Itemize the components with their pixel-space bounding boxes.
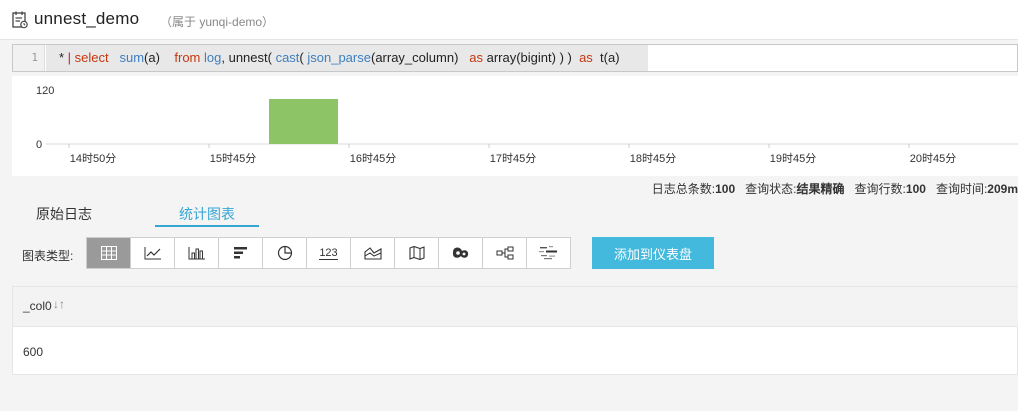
column-chart-icon [188,247,205,260]
chart-type-column-button[interactable] [174,237,219,269]
chart-type-flow-button[interactable] [482,237,527,269]
total-logs-label: 日志总条数: [651,182,716,196]
heat-map-icon [452,247,468,258]
query-token [160,50,174,65]
query-token: , unnest( [221,50,276,65]
query-time-value: 209m [987,182,1018,196]
logstore-icon [12,11,28,29]
number-icon: 123 [319,246,338,260]
x-tick-label: 20时45分 [910,152,956,165]
add-to-dashboard-button[interactable]: 添加到仪表盘 [592,237,714,269]
query-rows-label: 查询行数: [854,182,906,196]
y-tick-label: 0 [36,139,42,151]
chart-type-map-button[interactable] [394,237,439,269]
column-header-col0: _col0 [23,299,52,313]
query-time-label: 查询时间: [935,182,988,196]
query-token: as [579,50,593,65]
area-chart-icon [363,247,382,260]
x-tick-label: 15时45分 [210,152,256,165]
chart-type-number-button[interactable]: 123 [306,237,351,269]
x-tick-label: 18时45分 [630,152,676,165]
query-token: (a) [144,50,160,65]
chart-type-pie-button[interactable] [262,237,307,269]
query-token: array(bigint) ) ) [482,50,580,65]
editor-gutter: 1 [13,45,45,71]
map-icon [408,246,425,260]
query-token: sum [119,50,145,65]
query-token: cast [275,50,300,65]
page-title: unnest_demo [34,9,140,28]
active-tab-indicator [155,225,259,227]
histogram-bar[interactable] [269,99,338,144]
query-status-value: 结果精确 [796,182,845,196]
query-token [458,50,469,65]
query-text[interactable]: * | select sum(a) from log, unnest( cast… [46,45,648,71]
query-token: (array_column) [370,50,459,65]
project-label: （属于 yunqi-demo） [160,15,275,29]
table-icon [100,246,117,260]
chart-type-table-button[interactable] [86,237,131,269]
chart-type-group: 123 [86,237,571,269]
bar-chart-icon [233,247,247,259]
tab-statistics-chart[interactable]: 统计图表 [179,204,235,224]
x-tick-label: 14时50分 [70,152,116,165]
x-tick-label: 16时45分 [350,152,396,165]
query-token: select [74,50,109,65]
sort-icon[interactable]: ↓↑ [53,297,65,311]
y-tick-label: 120 [36,85,54,97]
pie-chart-icon [277,245,292,261]
x-tick-label: 19时45分 [770,152,816,165]
query-editor[interactable]: 1 * | select sum(a) from log, unnest( ca… [12,44,1018,72]
log-histogram: 120 0 14时50分 15时45分 16时45分 17时45分 18时45分 19时4… [12,76,1018,176]
chart-type-heatmap-button[interactable] [438,237,483,269]
line-number: 1 [31,51,38,64]
x-tick-label: 17时45分 [490,152,536,165]
histogram-chart: 120 0 14时50分 15时45分 16时45分 17时45分 18时45分 19时4… [36,85,1018,165]
chart-type-line-button[interactable] [130,237,175,269]
table-cell: 600 [23,345,44,359]
result-table: _col0 ↓↑ 600 [12,286,1018,375]
chart-type-wordcloud-button[interactable] [526,237,571,269]
result-tabs: 原始日志 统计图表 [0,196,1018,228]
chart-type-area-button[interactable] [350,237,395,269]
table-header-row: _col0 ↓↑ [13,287,1018,327]
query-token: | [67,50,75,65]
tab-raw-logs[interactable]: 原始日志 [36,204,92,224]
query-status-label: 查询状态: [745,182,797,196]
query-token: t(a) [592,50,620,65]
line-chart-icon [144,247,161,260]
word-cloud-icon [538,246,557,260]
query-token: log [204,50,222,65]
total-logs-value: 100 [715,182,736,196]
chart-toolbar: 图表类型: 123 添加到仪表盘 [12,232,1018,276]
query-token: from [174,50,201,65]
chart-type-label: 图表类型: [22,249,74,263]
query-token [109,50,120,65]
query-rows-value: 100 [905,182,926,196]
flow-chart-icon [496,246,513,260]
chart-type-bar-button[interactable] [218,237,263,269]
query-token: json_parse [307,50,371,65]
query-token: as [469,50,483,65]
query-summary: 日志总条数:100 查询状态:结果精确 查询行数:100 查询时间:209m [652,180,1018,197]
page-header: unnest_demo （属于 yunqi-demo） [0,0,1018,40]
query-token: * [59,50,68,65]
